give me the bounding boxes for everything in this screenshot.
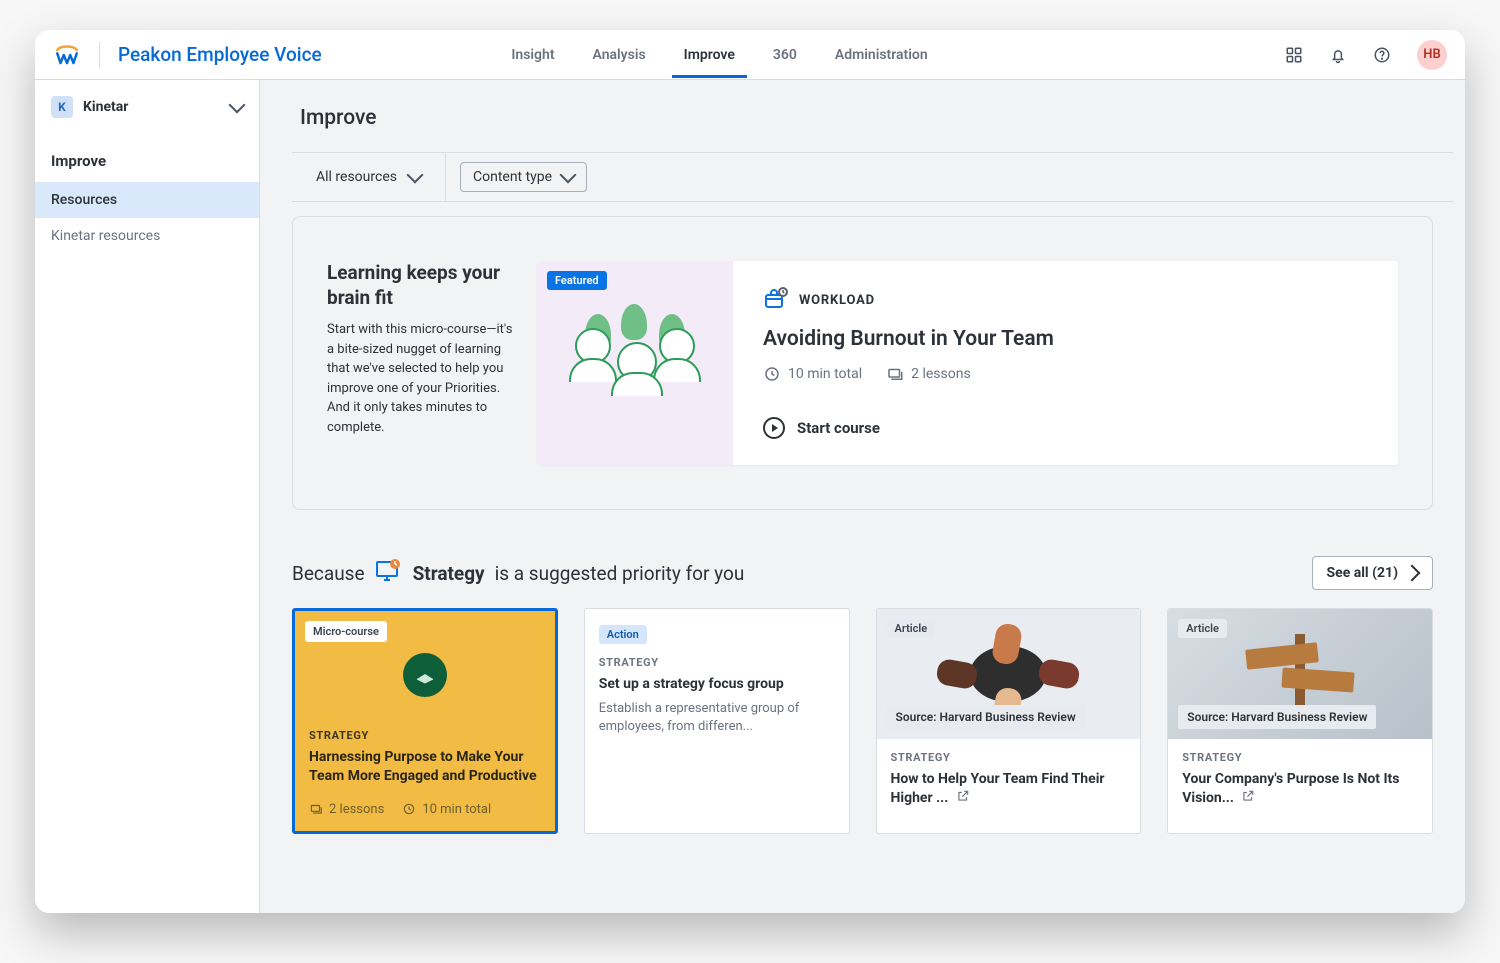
card-duration: 10 min total [422, 802, 491, 817]
featured-course-card[interactable]: Featured [537, 261, 1398, 465]
top-actions: HB [1285, 40, 1447, 70]
nav-improve[interactable]: Improve [680, 33, 739, 77]
card-title: How to Help Your Team Find Their Higher … [891, 770, 1127, 809]
body: K Kinetar Improve Resources Kinetar reso… [35, 80, 1465, 913]
nav-analysis[interactable]: Analysis [589, 33, 650, 77]
nav-insight[interactable]: Insight [507, 33, 558, 77]
source-badge: Source: Harvard Business Review [887, 705, 1085, 729]
clock-icon [402, 802, 416, 816]
card-micro-course[interactable]: Micro-course STRATEGY Harnessing Purpose… [292, 608, 558, 834]
lessons-icon [886, 365, 904, 383]
external-link-icon [1241, 789, 1255, 809]
play-icon [763, 417, 785, 439]
lessons-icon [309, 802, 323, 816]
card-body: STRATEGY Set up a strategy focus group E… [585, 644, 849, 750]
org-badge: K [51, 96, 73, 118]
user-avatar[interactable]: HB [1417, 40, 1447, 70]
sidebar-section-label: Improve [35, 144, 259, 182]
suggested-suffix: is a suggested priority for you [495, 562, 745, 585]
featured-lessons: 2 lessons [911, 366, 971, 382]
card-category: STRATEGY [1182, 751, 1418, 764]
workday-logo-icon [53, 41, 81, 69]
featured-category: WORKLOAD [799, 293, 875, 308]
hero-intro: Learning keeps your brain fit Start with… [327, 261, 537, 465]
card-title: Harnessing Purpose to Make Your Team Mor… [309, 748, 541, 786]
course-emblem-icon [403, 653, 447, 697]
resource-cards: Micro-course STRATEGY Harnessing Purpose… [292, 608, 1433, 834]
see-all-button[interactable]: See all (21) [1312, 556, 1433, 590]
external-link-icon [956, 789, 970, 809]
apps-icon[interactable] [1285, 46, 1303, 64]
card-category: STRATEGY [599, 656, 835, 669]
chevron-right-icon [1404, 565, 1421, 582]
chevron-down-icon [560, 167, 577, 184]
start-course-label: Start course [797, 419, 880, 437]
chevron-down-icon [229, 97, 246, 114]
card-body: STRATEGY Harnessing Purpose to Make Your… [295, 721, 555, 831]
suggested-prefix: Because [292, 562, 365, 585]
sidebar-item-resources[interactable]: Resources [35, 182, 259, 218]
card-body: STRATEGY How to Help Your Team Find Thei… [877, 739, 1141, 823]
type-badge: Article [887, 619, 936, 638]
main-content: Improve All resources Content type Lea [260, 80, 1465, 913]
suggested-section-title: Because Strategy is a suggested priority… [292, 559, 744, 588]
featured-hero: Learning keeps your brain fit Start with… [292, 216, 1433, 510]
featured-title: Avoiding Burnout in Your Team [763, 327, 1368, 351]
chevron-down-icon [406, 167, 423, 184]
hero-headline: Learning keeps your brain fit [327, 261, 517, 310]
people-illustration-icon [575, 318, 695, 408]
card-image: Article Source: Harvard Business Review [877, 609, 1141, 739]
hero-subtext: Start with this micro-course—it's a bite… [327, 320, 517, 437]
org-picker[interactable]: K Kinetar [35, 80, 259, 124]
nav-administration[interactable]: Administration [831, 33, 932, 77]
filter-all-label: All resources [316, 169, 397, 185]
notifications-icon[interactable] [1329, 46, 1347, 64]
card-lessons: 2 lessons [329, 802, 384, 817]
card-article[interactable]: Article Source: Harvard Business Review … [1167, 608, 1433, 834]
page-title: Improve [260, 80, 1465, 152]
strategy-icon [375, 559, 403, 588]
help-icon[interactable] [1373, 46, 1391, 64]
card-title: Set up a strategy focus group [599, 675, 835, 694]
sidebar-item-kinetar-resources[interactable]: Kinetar resources [35, 218, 259, 254]
app-window: Peakon Employee Voice Insight Analysis I… [35, 30, 1465, 913]
type-badge: Article [1178, 619, 1227, 638]
card-description: Establish a representative group of empl… [599, 700, 835, 736]
featured-duration: 10 min total [788, 366, 862, 382]
see-all-label: See all (21) [1327, 565, 1398, 581]
featured-meta: 10 min total 2 lessons [763, 365, 1368, 383]
card-category: STRATEGY [891, 751, 1127, 764]
featured-image: Featured [537, 261, 733, 465]
source-badge: Source: Harvard Business Review [1178, 705, 1376, 729]
suggested-priority-name: Strategy [413, 562, 485, 585]
card-body: STRATEGY Your Company's Purpose Is Not I… [1168, 739, 1432, 823]
card-image: Article Source: Harvard Business Review [1168, 609, 1432, 739]
sidebar: K Kinetar Improve Resources Kinetar reso… [35, 80, 260, 913]
product-name: Peakon Employee Voice [118, 43, 322, 66]
filter-content-type[interactable]: Content type [460, 162, 587, 192]
type-badge: Micro-course [305, 621, 387, 642]
type-badge: Action [599, 625, 647, 644]
suggested-section-header: Because Strategy is a suggested priority… [292, 556, 1433, 590]
start-course-button[interactable]: Start course [763, 397, 1368, 439]
card-image: Micro-course [295, 611, 555, 721]
featured-body: WORKLOAD Avoiding Burnout in Your Team 1… [733, 261, 1398, 465]
featured-badge: Featured [547, 271, 607, 290]
filter-all-resources[interactable]: All resources [292, 153, 445, 201]
card-title: Your Company's Purpose Is Not Its Vision… [1182, 770, 1418, 809]
nav-360[interactable]: 360 [769, 33, 801, 77]
clock-icon [763, 365, 781, 383]
card-action[interactable]: Action STRATEGY Set up a strategy focus … [584, 608, 850, 834]
filter-content-type-label: Content type [473, 169, 552, 185]
primary-nav: Insight Analysis Improve 360 Administrat… [507, 33, 931, 77]
top-bar: Peakon Employee Voice Insight Analysis I… [35, 30, 1465, 80]
workload-icon [763, 287, 789, 313]
sidebar-section: Improve Resources Kinetar resources [35, 144, 259, 254]
card-article[interactable]: Article Source: Harvard Business Review … [876, 608, 1142, 834]
brand-separator [99, 42, 100, 68]
org-name: Kinetar [83, 99, 221, 115]
card-category: STRATEGY [309, 729, 541, 742]
card-meta: 2 lessons 10 min total [309, 802, 541, 817]
filters-bar: All resources Content type [292, 152, 1453, 202]
